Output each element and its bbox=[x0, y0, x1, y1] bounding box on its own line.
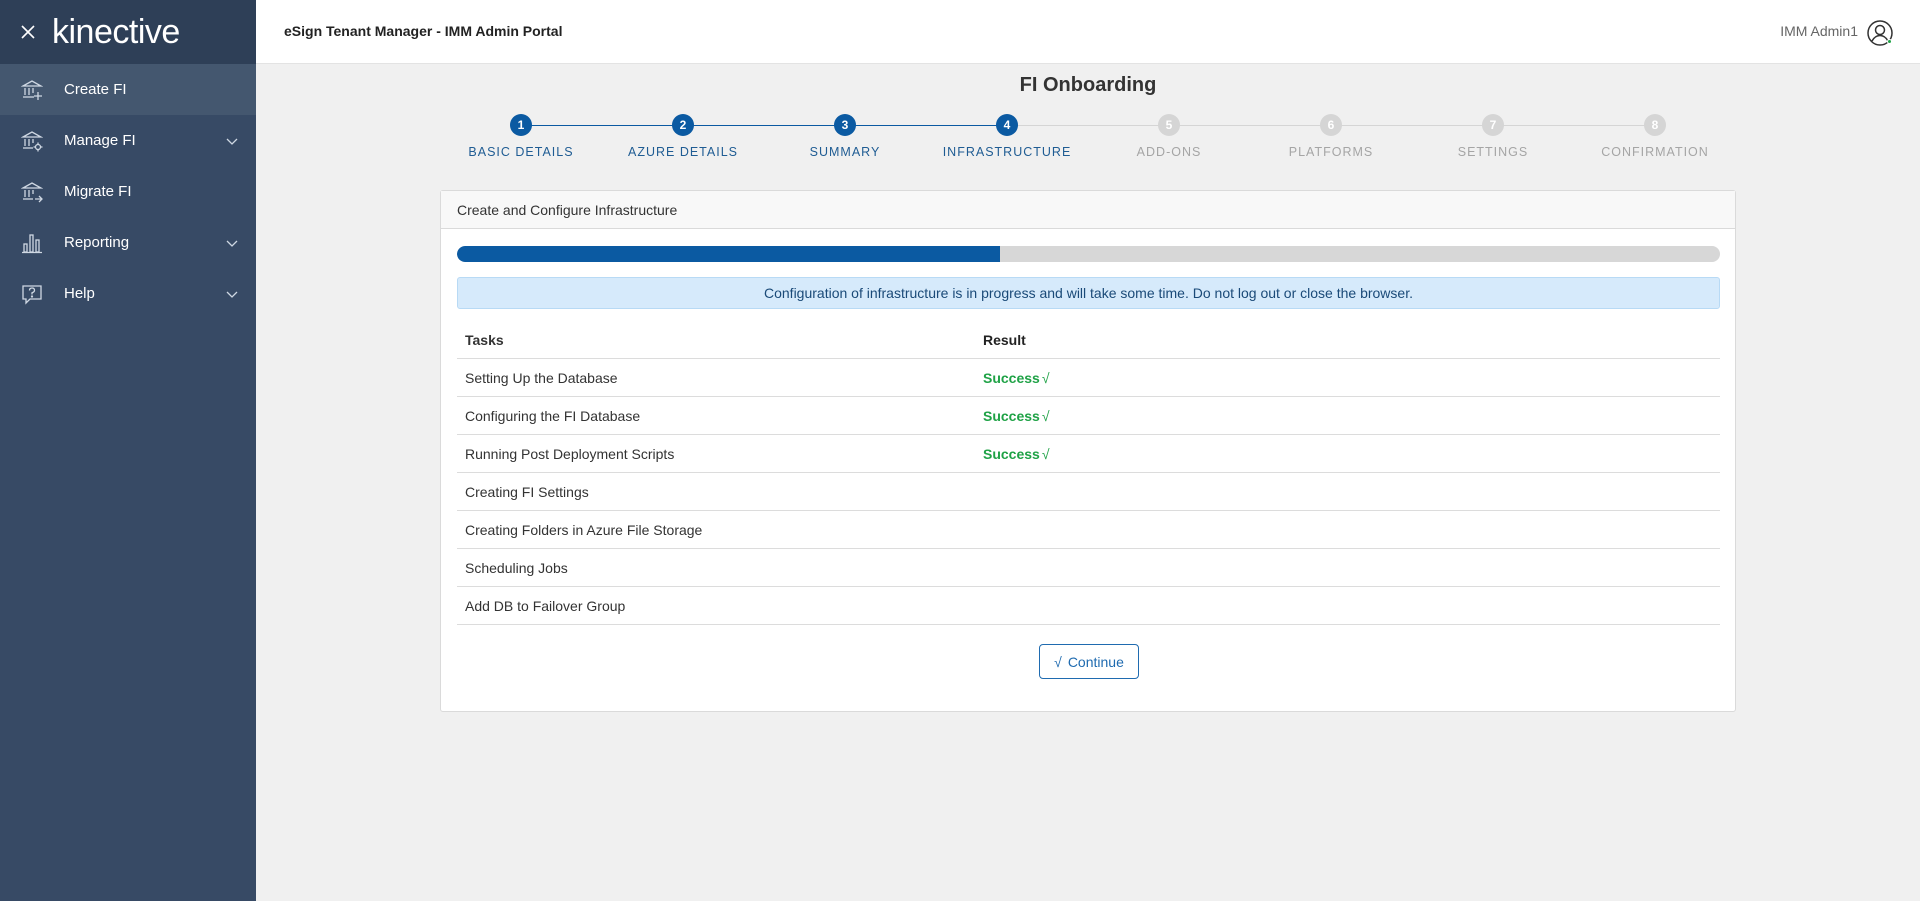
step-platforms: 6 PLATFORMS bbox=[1250, 110, 1412, 159]
sidebar-item-create-fi[interactable]: Create FI bbox=[0, 64, 256, 115]
close-icon[interactable] bbox=[18, 22, 38, 42]
sidebar-item-reporting[interactable]: Reporting bbox=[0, 217, 256, 268]
check-icon: √ bbox=[1041, 445, 1050, 462]
check-icon: √ bbox=[1054, 653, 1062, 670]
card-title: Create and Configure Infrastructure bbox=[441, 191, 1735, 229]
sidebar-item-label: Manage FI bbox=[64, 132, 136, 149]
info-alert: Configuration of infrastructure is in pr… bbox=[457, 277, 1720, 309]
sidebar-item-migrate-fi[interactable]: Migrate FI bbox=[0, 166, 256, 217]
step-number: 3 bbox=[834, 114, 856, 136]
progress-bar-fill bbox=[457, 246, 1001, 262]
step-label: INFRASTRUCTURE bbox=[942, 145, 1072, 159]
continue-button[interactable]: √ Continue bbox=[1039, 644, 1139, 679]
sidebar-item-label: Migrate FI bbox=[64, 183, 132, 200]
table-row: Add DB to Failover Group bbox=[457, 587, 1720, 625]
step-number: 8 bbox=[1644, 114, 1666, 136]
step-number: 4 bbox=[996, 114, 1018, 136]
user-name[interactable]: IMM Admin1 bbox=[1780, 23, 1858, 39]
task-name: Setting Up the Database bbox=[465, 369, 618, 386]
bar-chart-icon bbox=[20, 231, 44, 255]
help-icon bbox=[20, 282, 44, 306]
tasks-table: Tasks Result Setting Up the Database Suc… bbox=[457, 321, 1720, 625]
step-label: SUMMARY bbox=[809, 145, 881, 159]
step-azure-details[interactable]: 2 AZURE DETAILS bbox=[602, 110, 764, 159]
step-confirmation: 8 CONFIRMATION bbox=[1574, 110, 1736, 159]
user-avatar-icon[interactable] bbox=[1866, 19, 1894, 47]
step-basic-details[interactable]: 1 BASIC DETAILS bbox=[440, 110, 602, 159]
sidebar-item-manage-fi[interactable]: Manage FI bbox=[0, 115, 256, 166]
table-row: Scheduling Jobs bbox=[457, 549, 1720, 587]
success-status: Success bbox=[983, 369, 1040, 386]
task-result: Success √ bbox=[983, 370, 1050, 386]
table-row: Setting Up the Database Success √ bbox=[457, 359, 1720, 397]
bank-gear-icon bbox=[20, 129, 44, 153]
task-name: Configuring the FI Database bbox=[465, 407, 641, 424]
step-summary[interactable]: 3 SUMMARY bbox=[764, 110, 926, 159]
page-title: FI Onboarding bbox=[1019, 74, 1157, 96]
step-add-ons: 5 ADD-ONS bbox=[1088, 110, 1250, 159]
continue-button-label: Continue bbox=[1067, 653, 1124, 670]
task-result: Success √ bbox=[983, 408, 1050, 424]
step-number: 5 bbox=[1158, 114, 1180, 136]
step-number: 2 bbox=[672, 114, 694, 136]
sidebar-item-label: Help bbox=[64, 285, 95, 302]
step-infrastructure[interactable]: 4 INFRASTRUCTURE bbox=[926, 110, 1088, 159]
chevron-down-icon bbox=[226, 291, 238, 298]
infrastructure-card: Create and Configure Infrastructure Conf… bbox=[440, 190, 1736, 712]
sidebar-item-label: Create FI bbox=[64, 81, 127, 98]
table-row: Creating FI Settings bbox=[457, 473, 1720, 511]
task-name: Creating FI Settings bbox=[465, 483, 589, 500]
bank-add-icon bbox=[20, 78, 44, 102]
brand-logo: kinective bbox=[52, 12, 180, 51]
table-row: Creating Folders in Azure File Storage bbox=[457, 511, 1720, 549]
sidebar-header: kinective bbox=[0, 0, 256, 64]
step-label: BASIC DETAILS bbox=[468, 145, 574, 159]
sidebar: kinective Create FI Manage FI Migrate FI… bbox=[0, 0, 256, 901]
sidebar-item-label: Reporting bbox=[64, 234, 130, 251]
step-label: CONFIRMATION bbox=[1601, 145, 1709, 159]
table-row: Configuring the FI Database Success √ bbox=[457, 397, 1720, 435]
sidebar-item-help[interactable]: Help bbox=[0, 268, 256, 319]
column-header-tasks: Tasks bbox=[465, 331, 504, 348]
step-label: PLATFORMS bbox=[1288, 145, 1374, 159]
success-status: Success bbox=[983, 445, 1040, 462]
step-label: AZURE DETAILS bbox=[627, 145, 738, 159]
app-title: eSign Tenant Manager - IMM Admin Portal bbox=[284, 23, 563, 39]
table-row: Running Post Deployment Scripts Success √ bbox=[457, 435, 1720, 473]
onboarding-stepper: 1 BASIC DETAILS 2 AZURE DETAILS 3 SUMMAR… bbox=[440, 110, 1736, 170]
success-status: Success bbox=[983, 407, 1040, 424]
table-header-row: Tasks Result bbox=[457, 321, 1720, 359]
chevron-down-icon bbox=[226, 138, 238, 145]
column-header-result: Result bbox=[983, 331, 1026, 348]
task-name: Scheduling Jobs bbox=[465, 559, 568, 576]
chevron-down-icon bbox=[226, 240, 238, 247]
step-settings: 7 SETTINGS bbox=[1412, 110, 1574, 159]
check-icon: √ bbox=[1041, 407, 1050, 424]
step-label: SETTINGS bbox=[1457, 145, 1529, 159]
bank-arrow-icon bbox=[20, 180, 44, 204]
task-name: Running Post Deployment Scripts bbox=[465, 445, 675, 462]
top-bar: eSign Tenant Manager - IMM Admin Portal … bbox=[256, 0, 1920, 64]
step-number: 7 bbox=[1482, 114, 1504, 136]
task-name: Creating Folders in Azure File Storage bbox=[465, 521, 703, 538]
task-name: Add DB to Failover Group bbox=[465, 597, 626, 614]
progress-bar bbox=[457, 246, 1720, 262]
step-number: 1 bbox=[510, 114, 532, 136]
step-label: ADD-ONS bbox=[1136, 145, 1202, 159]
step-number: 6 bbox=[1320, 114, 1342, 136]
task-result: Success √ bbox=[983, 446, 1050, 462]
check-icon: √ bbox=[1041, 369, 1050, 386]
